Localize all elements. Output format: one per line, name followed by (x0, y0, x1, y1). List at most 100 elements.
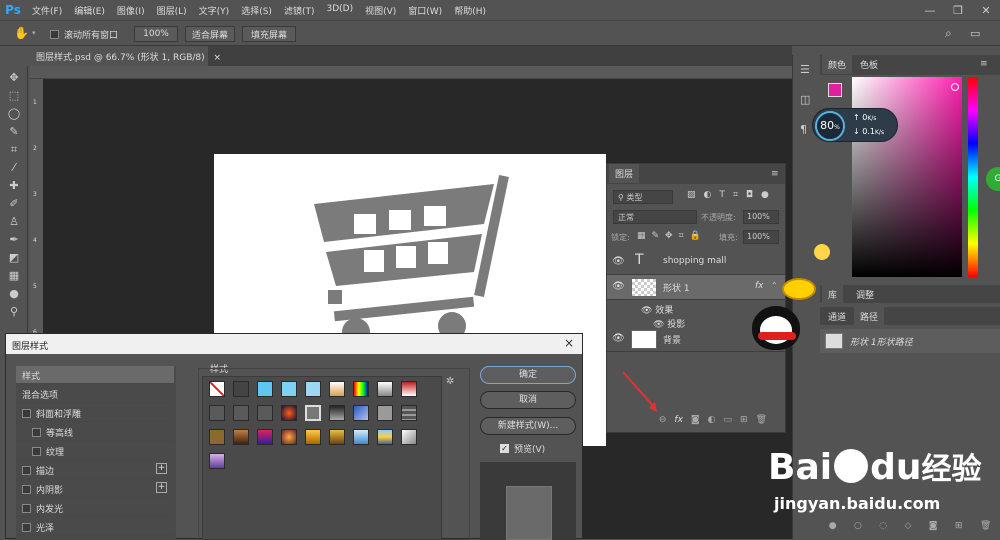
menu-item[interactable]: 窗口(W) (402, 4, 448, 17)
style-swatch[interactable] (281, 405, 297, 421)
style-swatch[interactable] (281, 381, 297, 397)
style-swatch[interactable] (233, 429, 249, 445)
color-picker-handle[interactable] (951, 83, 959, 91)
filter-icons[interactable]: ▨◐T⌗◘● (687, 190, 777, 200)
close-icon[interactable]: ✕ (972, 4, 1000, 17)
style-swatch[interactable] (353, 429, 369, 445)
brush-tool-icon[interactable]: ✐ (6, 196, 22, 212)
tab-swatches[interactable]: 色板 (854, 55, 884, 74)
fx-icon[interactable]: fx (755, 281, 764, 291)
lasso-tool-icon[interactable]: ◯ (6, 106, 22, 122)
style-swatch[interactable] (401, 405, 417, 421)
list-item-styles[interactable]: 样式 (16, 366, 174, 384)
add-mask-icon[interactable]: ◙ (691, 415, 700, 425)
new-style-button[interactable]: 新建样式(W)... (480, 417, 576, 435)
list-item-satin[interactable]: 光泽 (16, 518, 174, 536)
close-tab-icon[interactable]: × (214, 53, 222, 63)
lock-icons[interactable]: ▦✎✥⌗🔒 (637, 231, 707, 241)
checkbox-icon[interactable] (22, 466, 31, 475)
path-row[interactable]: 形状 1形状路径 (820, 329, 1000, 353)
style-swatch[interactable] (233, 405, 249, 421)
checkbox-icon[interactable] (32, 447, 41, 456)
opacity-field[interactable]: 100% (743, 210, 779, 224)
style-swatch[interactable] (401, 381, 417, 397)
eyedropper-tool-icon[interactable]: ⁄ (6, 160, 22, 176)
style-swatch[interactable] (329, 405, 345, 421)
color-field[interactable] (852, 77, 962, 277)
menu-item[interactable]: 3D(D) (320, 4, 359, 17)
list-item-inner-glow[interactable]: 内发光 (16, 499, 174, 517)
dodge-tool-icon[interactable]: ⚲ (6, 304, 22, 320)
style-swatch[interactable] (401, 429, 417, 445)
style-swatch[interactable] (257, 381, 273, 397)
blend-mode-select[interactable]: 正常 (613, 210, 697, 224)
style-swatch[interactable] (209, 405, 225, 421)
tab-paths[interactable]: 路径 (854, 307, 885, 326)
style-swatch[interactable] (233, 381, 249, 397)
style-swatch[interactable] (305, 429, 321, 445)
workspace-icon[interactable]: ▭ (970, 27, 980, 40)
list-item-blending-options[interactable]: 混合选项 (16, 385, 174, 403)
chevron-down-icon[interactable]: ▾ (32, 29, 36, 37)
list-item-contour[interactable]: 等高线 (16, 423, 174, 441)
tab-library[interactable]: 库 (822, 285, 844, 304)
search-icon[interactable]: ⌕ (945, 26, 952, 41)
visibility-eye-icon[interactable]: 👁 (641, 306, 655, 316)
style-swatch[interactable] (209, 429, 225, 445)
style-swatch[interactable] (353, 381, 369, 397)
checkbox-icon[interactable] (22, 409, 31, 418)
marquee-tool-icon[interactable]: ⬚ (6, 88, 22, 104)
checkbox-icon[interactable] (50, 30, 59, 39)
style-swatch-none[interactable] (209, 381, 225, 397)
properties-icon[interactable]: ◫ (800, 93, 810, 106)
paragraph-icon[interactable]: ¶ (800, 123, 807, 136)
minimize-icon[interactable]: — (916, 4, 944, 17)
list-item-texture[interactable]: 纹理 (16, 442, 174, 460)
checkbox-icon[interactable] (32, 428, 41, 437)
document-tab[interactable]: 图层样式.psd @ 66.7% (形状 1, RGB/8) × (30, 46, 221, 66)
style-swatch[interactable] (305, 405, 321, 421)
move-tool-icon[interactable]: ✥ (6, 70, 22, 86)
style-swatch[interactable] (329, 381, 345, 397)
add-style-fx-icon[interactable]: fx (674, 415, 683, 425)
menu-item[interactable]: 文字(Y) (193, 4, 236, 17)
new-layer-icon[interactable]: ⊞ (740, 415, 748, 425)
visibility-eye-icon[interactable]: 👁 (612, 333, 625, 344)
tab-layers[interactable]: 图层 (609, 164, 640, 183)
panel-menu-icon[interactable]: ≡ (980, 59, 988, 69)
scroll-all-windows-checkbox[interactable]: 滚动所有窗口 (50, 28, 118, 41)
menu-item[interactable]: 图层(L) (151, 4, 193, 17)
layer-row-text[interactable]: 👁 T shopping mall (607, 250, 785, 275)
style-swatch[interactable] (377, 381, 393, 397)
eraser-tool-icon[interactable]: ◩ (6, 250, 22, 266)
checkbox-icon[interactable] (22, 485, 31, 494)
list-item-inner-shadow[interactable]: 内阴影 + (16, 480, 174, 498)
clone-stamp-tool-icon[interactable]: ♙ (6, 214, 22, 230)
style-swatch[interactable] (353, 405, 369, 421)
cancel-button[interactable]: 取消 (480, 391, 576, 409)
add-stroke-icon[interactable]: + (156, 463, 167, 474)
new-group-icon[interactable]: ▭ (724, 415, 733, 425)
hand-tool-icon[interactable]: ✋ (14, 26, 29, 40)
tab-adjustments[interactable]: 调整 (850, 285, 880, 304)
style-swatch[interactable] (257, 405, 273, 421)
link-layers-icon[interactable]: ⊖ (659, 415, 667, 425)
list-item-stroke[interactable]: 描边 + (16, 461, 174, 479)
style-swatch[interactable] (377, 429, 393, 445)
preview-checkbox-row[interactable]: ✓ 预览(V) (500, 442, 545, 455)
restore-icon[interactable]: ❐ (944, 4, 972, 17)
fill-screen-button[interactable]: 填充屏幕 (242, 26, 296, 42)
healing-brush-tool-icon[interactable]: ✚ (6, 178, 22, 194)
layer-row-shape[interactable]: 👁 形状 1 fx ⌃ (607, 275, 785, 300)
menu-item[interactable]: 编辑(E) (68, 4, 111, 17)
menu-item[interactable]: 滤镜(T) (278, 4, 321, 17)
checkbox-icon[interactable] (22, 504, 31, 513)
style-swatch[interactable] (257, 429, 273, 445)
menu-item[interactable]: 选择(S) (235, 4, 278, 17)
menu-item[interactable]: 视图(V) (359, 4, 402, 17)
quick-select-tool-icon[interactable]: ✎ (6, 124, 22, 140)
menu-item[interactable]: 文件(F) (26, 4, 68, 17)
zoom-100-button[interactable]: 100% (134, 26, 178, 42)
tab-color[interactable]: 颜色 (822, 55, 853, 74)
adjustment-layer-icon[interactable]: ◐ (708, 415, 716, 425)
